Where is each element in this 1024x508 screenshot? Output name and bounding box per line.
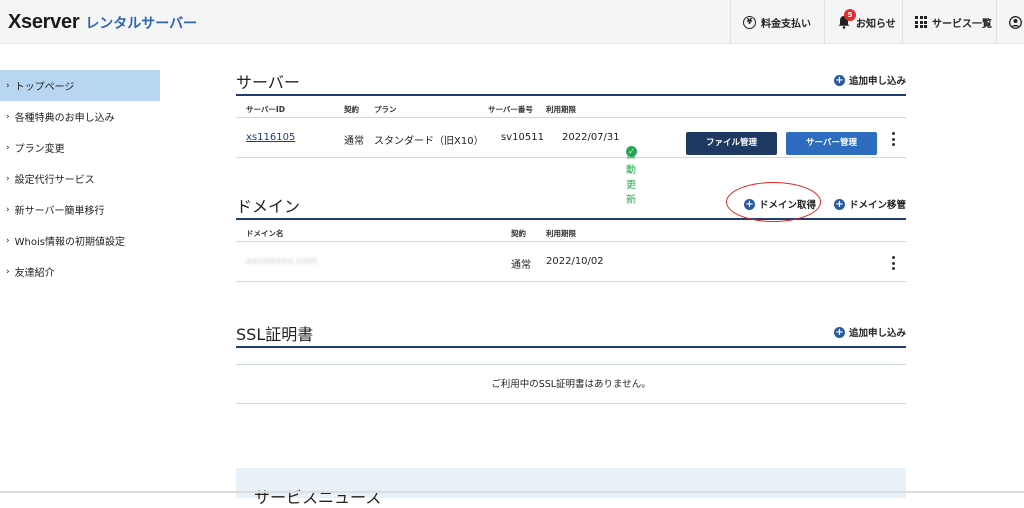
news-title: サービスニュース <box>254 488 382 507</box>
col-plan: プラン <box>374 105 397 114</box>
plus-circle-icon: + <box>833 198 845 210</box>
col-server-id: サーバーID <box>246 105 285 114</box>
sidebar-item-plan-change[interactable]: › プラン変更 <box>0 132 160 163</box>
logo-sub: レンタルサーバー <box>85 16 198 32</box>
ssl-add-link[interactable]: + 追加申し込み <box>833 325 906 339</box>
sidebar-item-label: トップページ <box>14 82 75 93</box>
ssl-section: SSL証明書 + 追加申し込み ご利用中のSSL証明書はありません。 <box>236 312 906 404</box>
sidebar-item-benefits[interactable]: › 各種特典のお申し込み <box>0 101 160 132</box>
col-server-number: サーバー番号 <box>488 105 533 114</box>
server-plan: スタンダード（旧X10） <box>374 136 484 147</box>
ssl-header: SSL証明書 + 追加申し込み <box>236 312 906 348</box>
server-number: sv10511 <box>501 132 544 143</box>
sidebar-item-label: プラン変更 <box>14 144 65 155</box>
services-label: サービス一覧 <box>932 18 992 30</box>
notice-label: お知らせ <box>856 18 896 30</box>
user-icon <box>1009 15 1022 29</box>
col-contract: 契約 <box>344 105 359 114</box>
server-section: サーバー + 追加申し込み サーバーID 契約 プラン サーバー番号 利用期限 … <box>236 60 906 206</box>
payment-label: 料金支払い <box>761 18 811 30</box>
chevron-right-icon: › <box>6 111 10 122</box>
domain-title: ドメイン <box>236 197 301 216</box>
domain-name: xxxxxxxx.com <box>246 256 318 267</box>
sidebar-item-setup-service[interactable]: › 設定代行サービス <box>0 163 160 194</box>
chevron-right-icon: › <box>6 204 10 215</box>
domain-header: ドメイン + ドメイン取得 + ドメイン移管 <box>236 182 906 222</box>
domain-transfer-label: ドメイン移管 <box>848 200 906 211</box>
sidebar: › トップページ › 各種特典のお申し込み › プラン変更 › 設定代行サービス › 新サ… <box>0 70 160 287</box>
server-title: サーバー <box>236 73 300 92</box>
col-expiry: 利用期限 <box>546 105 576 114</box>
notice-count-badge: 5 <box>844 9 856 21</box>
bell-icon: 5 <box>837 9 856 29</box>
logo[interactable]: Xserver レンタルサーバー <box>8 11 197 34</box>
services-button[interactable]: サービス一覧 <box>902 0 996 44</box>
chevron-right-icon: › <box>6 173 10 184</box>
server-contract: 通常 <box>344 136 364 147</box>
col-domain-name: ドメイン名 <box>246 229 284 238</box>
server-add-label: 追加申し込み <box>848 76 906 87</box>
plus-circle-icon: + <box>833 326 845 338</box>
sidebar-item-whois[interactable]: › Whois情報の初期値設定 <box>0 225 160 256</box>
chevron-right-icon: › <box>6 142 10 153</box>
sidebar-item-referral[interactable]: › 友達紹介 <box>0 256 160 287</box>
ssl-title: SSL証明書 <box>236 325 314 344</box>
notice-button[interactable]: 5 お知らせ <box>824 0 902 44</box>
main-content: サーバー + 追加申し込み サーバーID 契約 プラン サーバー番号 利用期限 … <box>236 60 906 404</box>
sidebar-item-label: 新サーバー簡単移行 <box>14 206 105 217</box>
top-bar: Xserver レンタルサーバー ¥ 料金支払い 5 お知らせ サービス一覧 <box>0 0 1024 44</box>
ssl-empty-message: ご利用中のSSL証明書はありません。 <box>236 364 906 404</box>
chevron-right-icon: › <box>6 266 10 277</box>
chevron-right-icon: › <box>6 235 10 246</box>
sidebar-item-label: 友達紹介 <box>14 268 55 279</box>
grid-icon <box>915 16 927 28</box>
ssl-add-label: 追加申し込み <box>848 328 906 339</box>
sidebar-item-label: Whois情報の初期値設定 <box>14 237 125 248</box>
server-header: サーバー + 追加申し込み <box>236 60 906 96</box>
plus-circle-icon: + <box>833 74 845 86</box>
sidebar-item-label: 設定代行サービス <box>14 175 95 186</box>
domain-contract: 通常 <box>511 260 531 271</box>
server-table-header: サーバーID 契約 プラン サーバー番号 利用期限 <box>236 96 906 118</box>
chevron-right-icon: › <box>6 80 10 91</box>
sidebar-item-label: 各種特典のお申し込み <box>14 113 115 124</box>
highlight-annotation <box>726 182 821 222</box>
table-row: xs116105 通常 スタンダード（旧X10） sv10511 2022/07… <box>236 118 906 206</box>
account-button[interactable] <box>996 0 1024 44</box>
table-row: xxxxxxxx.com 通常 2022/10/02 <box>236 242 906 282</box>
payment-button[interactable]: ¥ 料金支払い <box>730 0 824 44</box>
sidebar-item-top[interactable]: › トップページ <box>0 70 160 101</box>
domain-transfer-link[interactable]: + ドメイン移管 <box>833 197 906 211</box>
server-expiry: 2022/07/31 <box>562 132 620 143</box>
domain-section: ドメイン + ドメイン取得 + ドメイン移管 ドメイン名 契約 利用期限 xxx… <box>236 182 906 282</box>
sidebar-item-migration[interactable]: › 新サーバー簡単移行 <box>0 194 160 225</box>
service-news-section: サービスニュース <box>236 468 906 507</box>
logo-main: Xserver <box>8 11 80 33</box>
server-panel-button[interactable]: サーバー管理 <box>786 132 877 155</box>
server-add-link[interactable]: + 追加申し込み <box>833 73 906 87</box>
col-contract: 契約 <box>511 229 526 238</box>
col-expiry: 利用期限 <box>546 229 576 238</box>
more-options-icon[interactable] <box>892 256 896 273</box>
domain-table-header: ドメイン名 契約 利用期限 <box>236 220 906 242</box>
server-id-link[interactable]: xs116105 <box>246 132 295 143</box>
more-options-icon[interactable] <box>892 132 896 149</box>
file-manager-button[interactable]: ファイル管理 <box>686 132 777 155</box>
domain-expiry: 2022/10/02 <box>546 256 604 267</box>
yen-icon: ¥ <box>743 15 756 29</box>
